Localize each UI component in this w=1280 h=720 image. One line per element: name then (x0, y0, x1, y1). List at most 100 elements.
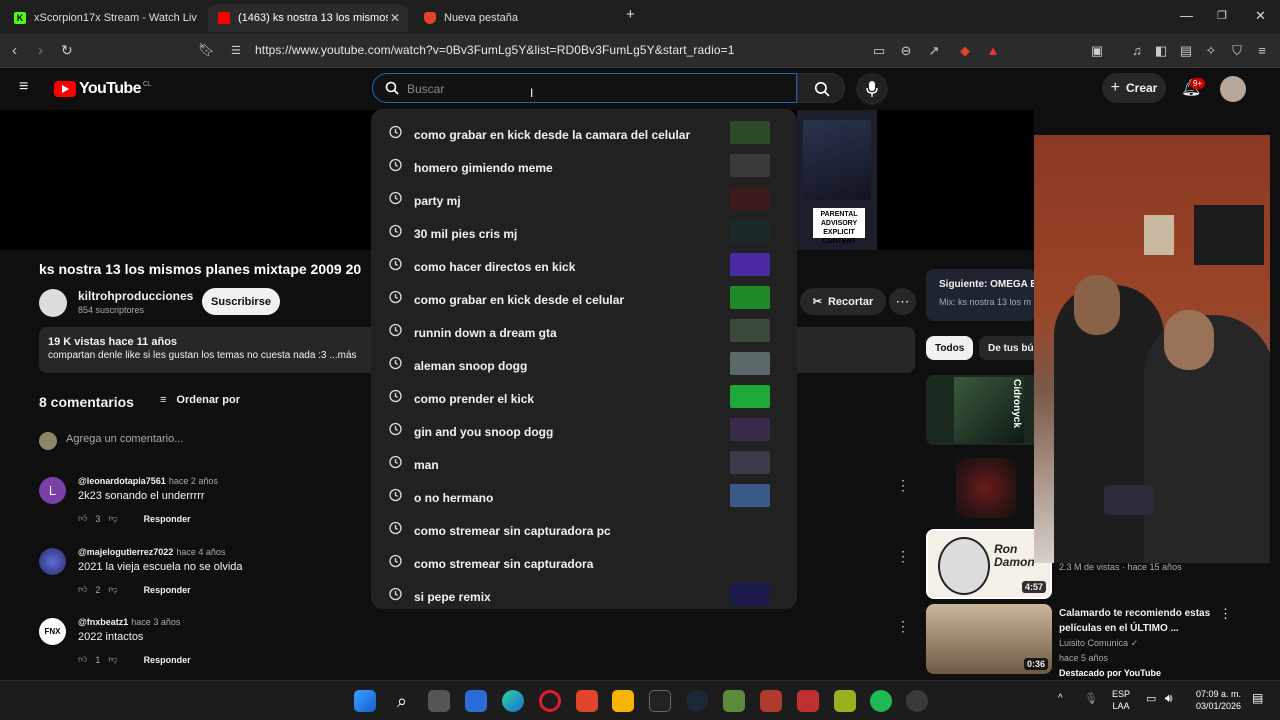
suggestion-item[interactable]: como stremear sin capturadora pc (371, 512, 797, 545)
suggestion-item[interactable]: como grabar en kick desde la camara del … (371, 116, 797, 149)
chip-todos[interactable]: Todos (926, 336, 974, 360)
site-info-icon[interactable]: ☰ (231, 44, 241, 57)
notification-center-icon[interactable]: ▤ (1252, 691, 1263, 705)
volume-icon[interactable]: 🔊︎ (1165, 691, 1173, 706)
obs-icon[interactable] (906, 690, 928, 712)
brave-icon[interactable] (576, 690, 598, 712)
like-icon[interactable]: 👍︎ (78, 513, 87, 524)
new-tab-icon[interactable]: + (626, 6, 635, 23)
reload-icon[interactable]: ↻ (61, 42, 73, 59)
app-icon[interactable] (797, 690, 819, 712)
file-explorer-icon[interactable] (612, 690, 634, 712)
suggestion-item[interactable]: homero gimiendo meme (371, 149, 797, 182)
forward-icon[interactable]: › (38, 42, 43, 59)
suggestion-item[interactable]: man (371, 446, 797, 479)
edge-icon[interactable] (502, 690, 524, 712)
maximize-icon[interactable]: ❐ (1217, 9, 1227, 22)
dislike-icon[interactable]: 👎︎ (108, 654, 117, 665)
commenter-name[interactable]: @leonardotapia7561 hace 2 años (78, 476, 218, 486)
search-box[interactable] (372, 73, 797, 103)
commenter-avatar[interactable] (39, 548, 66, 575)
opera-icon[interactable] (539, 690, 561, 712)
like-icon[interactable]: 👍︎ (78, 584, 87, 595)
minimize-icon[interactable]: — (1180, 8, 1193, 23)
cast-icon[interactable]: ▭ (871, 43, 887, 59)
suggestion-item[interactable]: como grabar en kick desde el celular (371, 281, 797, 314)
next-in-mix-card[interactable]: Siguiente: OMEGA E Mix: ks nostra 13 los… (926, 269, 1037, 321)
comment-options-icon[interactable]: ⋮ (896, 548, 910, 565)
comment-options-icon[interactable]: ⋮ (896, 618, 910, 635)
spotify-icon[interactable] (870, 690, 892, 712)
zoom-icon[interactable]: ⊖ (898, 43, 914, 59)
suggestion-item[interactable]: aleman snoop dogg (371, 347, 797, 380)
voice-search-button[interactable] (856, 73, 888, 105)
reply-button[interactable]: Responder (144, 514, 191, 524)
task-view-icon[interactable] (428, 690, 450, 712)
dislike-icon[interactable]: 👎︎ (108, 584, 117, 595)
video-options-icon[interactable]: ⋮ (1219, 606, 1232, 622)
panel-icon[interactable]: ◧ (1153, 43, 1169, 59)
search-icon[interactable]: ⌕ (391, 690, 413, 712)
back-icon[interactable]: ‹ (12, 42, 17, 59)
tab-kick[interactable]: K xScorpion17x Stream - Watch Liv (4, 4, 200, 32)
reply-button[interactable]: Responder (144, 655, 191, 665)
related-thumbnail[interactable]: 0:36 (926, 604, 1052, 674)
youtube-logo[interactable]: YouTube CL (54, 80, 152, 98)
game-icon[interactable] (760, 690, 782, 712)
tab-new[interactable]: Nueva pestaña (414, 4, 610, 32)
menu-icon[interactable]: ≡ (1254, 43, 1270, 59)
search-button[interactable] (797, 73, 845, 103)
app-icon[interactable] (834, 690, 856, 712)
page-scrollbar[interactable] (1270, 128, 1278, 680)
suggestion-item[interactable]: como hacer directos en kick (371, 248, 797, 281)
vpn-icon[interactable]: ⛉ (1229, 43, 1245, 59)
share-icon[interactable]: ↗ (926, 43, 942, 59)
tray-chevron-icon[interactable]: ^ (1058, 693, 1063, 704)
brave-shields-icon[interactable]: ◆ (957, 43, 973, 59)
commenter-avatar[interactable]: L (39, 477, 66, 504)
sidebar-toggle-icon[interactable]: ▣ (1089, 43, 1105, 59)
music-icon[interactable]: ♫ (1129, 43, 1145, 59)
comment-options-icon[interactable]: ⋮ (896, 477, 910, 494)
network-icon[interactable]: ▭ (1146, 692, 1156, 705)
start-icon[interactable] (354, 690, 376, 712)
wallet-icon[interactable]: ▤ (1178, 43, 1194, 59)
store-icon[interactable] (465, 690, 487, 712)
subscribe-button[interactable]: Suscribirse (202, 288, 280, 315)
language-indicator[interactable]: ESP LAA (1112, 688, 1130, 712)
suggestion-item[interactable]: party mj (371, 182, 797, 215)
channel-name[interactable]: kiltrohproducciones (78, 289, 193, 303)
commenter-avatar[interactable]: FNX (39, 618, 66, 645)
hamburger-menu-icon[interactable]: ≡ (19, 78, 28, 96)
suggestion-item[interactable]: 30 mil pies cris mj (371, 215, 797, 248)
bookmark-icon[interactable]: 🔖︎ (198, 42, 215, 58)
suggestion-item[interactable]: si pepe remix (371, 578, 797, 611)
account-avatar[interactable] (1220, 76, 1246, 102)
suggestion-item[interactable]: gin and you snoop dogg (371, 413, 797, 446)
channel-avatar[interactable] (39, 289, 67, 317)
add-comment-input[interactable]: Agrega un comentario... (66, 433, 183, 445)
clock[interactable]: 07:09 a. m. 03/01/2026 (1196, 688, 1241, 712)
url-field[interactable]: https://www.youtube.com/watch?v=0Bv3FumL… (255, 43, 735, 57)
related-video-channel[interactable]: Luisito Comunica ✓ (1059, 638, 1138, 649)
more-actions-button[interactable]: ⋯ (889, 288, 916, 315)
related-video-title[interactable]: Calamardo te recomiendo estas películas … (1059, 606, 1219, 636)
sort-comments-button[interactable]: ≡ Ordenar por (160, 394, 240, 406)
create-button[interactable]: + Crear (1102, 73, 1166, 103)
epic-games-icon[interactable] (649, 690, 671, 712)
commenter-name[interactable]: @majelogutierrez7022 hace 4 años (78, 547, 225, 557)
brave-rewards-icon[interactable]: ▲ (985, 43, 1001, 59)
steam-icon[interactable] (686, 690, 708, 712)
microphone-icon[interactable]: 🎙︎ (1084, 692, 1098, 705)
leo-icon[interactable]: ✧ (1203, 43, 1219, 59)
close-tab-icon[interactable]: ✕ (390, 11, 400, 25)
suggestion-item[interactable]: como stremear sin capturadora (371, 545, 797, 578)
suggestion-item[interactable]: runnin down a dream gta (371, 314, 797, 347)
search-input[interactable] (407, 80, 767, 98)
suggestion-item[interactable]: como prender el kick (371, 380, 797, 413)
reply-button[interactable]: Responder (144, 585, 191, 595)
clip-button[interactable]: ✂ Recortar (800, 288, 886, 315)
like-icon[interactable]: 👍︎ (78, 654, 87, 665)
close-window-icon[interactable]: ✕ (1255, 8, 1266, 24)
commenter-name[interactable]: @fnxbeatz1 hace 3 años (78, 617, 180, 627)
